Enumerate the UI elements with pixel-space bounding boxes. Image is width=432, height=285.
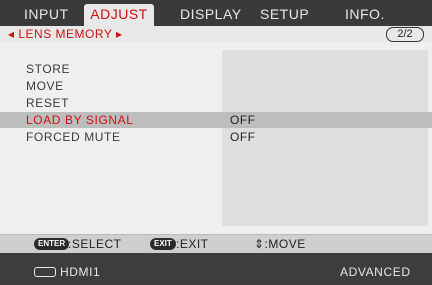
menu-mode: ADVANCED: [340, 265, 411, 279]
tab-info[interactable]: INFO.: [345, 6, 385, 26]
menu-item-forced-mute[interactable]: FORCED MUTE: [26, 130, 121, 144]
menu-content: STORE MOVE RESET LOAD BY SIGNAL FORCED M…: [0, 42, 432, 234]
tab-display[interactable]: DISPLAY: [180, 6, 242, 26]
status-bar: HDMI1 ADVANCED: [0, 253, 432, 285]
tab-adjust[interactable]: ADJUST: [84, 4, 154, 26]
forced-mute-value[interactable]: OFF: [230, 130, 256, 144]
move-label: ⇕:MOVE: [254, 237, 306, 251]
input-source: HDMI1: [60, 265, 101, 279]
submenu-header: ◂ LENS MEMORY ▸ 2/2: [0, 26, 432, 42]
menu-item-move[interactable]: MOVE: [26, 79, 64, 93]
enter-key-badge: ENTER: [34, 238, 70, 250]
projector-osd-menu: INPUT ADJUST DISPLAY SETUP INFO. ◂ LENS …: [0, 0, 432, 285]
hdmi-port-icon: [34, 267, 56, 277]
menu-item-load-by-signal[interactable]: LOAD BY SIGNAL: [26, 113, 134, 127]
exit-key-badge: EXIT: [150, 238, 176, 250]
submenu-title[interactable]: ◂ LENS MEMORY ▸: [8, 27, 122, 41]
tab-setup[interactable]: SETUP: [260, 6, 309, 26]
button-guide: ENTER :SELECT EXIT :EXIT ⇕:MOVE: [0, 234, 432, 253]
tab-input[interactable]: INPUT: [24, 6, 69, 26]
exit-label: :EXIT: [176, 237, 209, 251]
tab-bar: INPUT ADJUST DISPLAY SETUP INFO.: [0, 0, 432, 26]
menu-item-reset[interactable]: RESET: [26, 96, 69, 110]
menu-item-store[interactable]: STORE: [26, 62, 70, 76]
load-by-signal-value[interactable]: OFF: [230, 113, 256, 127]
enter-select-label: :SELECT: [68, 237, 122, 251]
page-indicator: 2/2: [386, 27, 424, 42]
